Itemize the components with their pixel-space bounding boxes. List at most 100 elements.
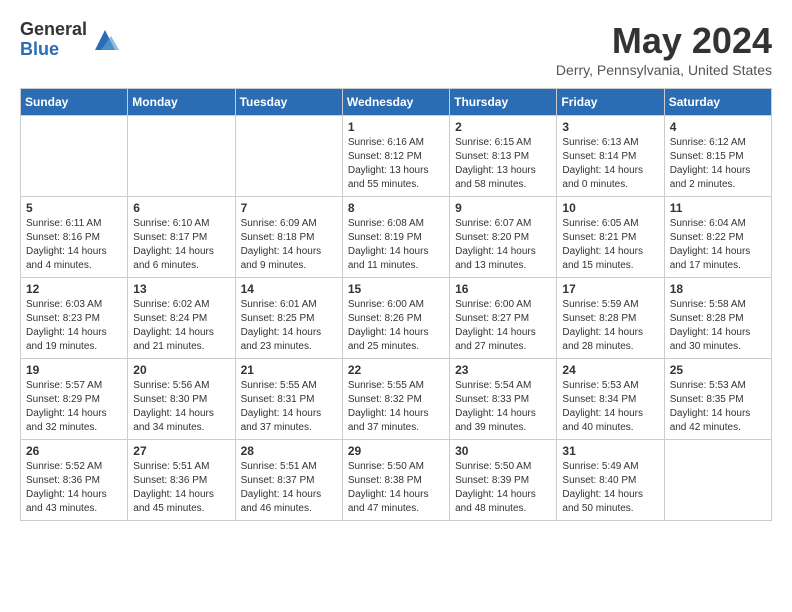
day-number: 6 <box>133 201 229 215</box>
day-number: 4 <box>670 120 766 134</box>
calendar-day-cell: 12Sunrise: 6:03 AMSunset: 8:23 PMDayligh… <box>21 278 128 359</box>
calendar-table: SundayMondayTuesdayWednesdayThursdayFrid… <box>20 88 772 521</box>
day-info: Sunrise: 6:00 AMSunset: 8:27 PMDaylight:… <box>455 298 551 354</box>
calendar-day-cell: 29 Sunrise: 5:50 AMSunset: 8:38 PMDayligh… <box>342 440 449 521</box>
day-number: 3 <box>562 120 658 134</box>
day-info: Sunrise: 5:55 AMSunset: 8:31 PMDaylight:… <box>241 379 337 435</box>
day-number: 21 <box>241 363 337 377</box>
calendar-day-cell: 6 Sunrise: 6:10 AMSunset: 8:17 PMDaylight… <box>128 197 235 278</box>
month-title: May 2024 <box>556 20 772 62</box>
calendar-day-cell: 17 Sunrise: 5:59 AMSunset: 8:28 PMDayligh… <box>557 278 664 359</box>
day-info: Sunrise: 5:54 AMSunset: 8:33 PMDaylight:… <box>455 379 551 435</box>
page-header: General Blue May 2024 Derry, Pennsylvani… <box>20 20 772 78</box>
calendar-day-cell: 5 Sunrise: 6:11 AMSunset: 8:16 PMDaylight… <box>21 197 128 278</box>
day-number: 24 <box>562 363 658 377</box>
day-info: Sunrise: 6:12 AMSunset: 8:15 PMDaylight:… <box>670 136 766 192</box>
calendar-header-row: SundayMondayTuesdayWednesdayThursdayFrid… <box>21 89 772 116</box>
calendar-day-cell: 22 Sunrise: 5:55 AMSunset: 8:32 PMDayligh… <box>342 359 449 440</box>
day-info: Sunrise: 6:08 AMSunset: 8:19 PMDaylight:… <box>348 217 444 273</box>
day-number: 2 <box>455 120 551 134</box>
logo: General Blue <box>20 20 119 60</box>
day-number: 22 <box>348 363 444 377</box>
calendar-day-cell <box>128 116 235 197</box>
day-number: 10 <box>562 201 658 215</box>
day-number: 15 <box>348 282 444 296</box>
day-number: 19 <box>26 363 122 377</box>
day-number: 14 <box>241 282 337 296</box>
day-info: Sunrise: 5:51 AMSunset: 8:37 PMDaylight:… <box>241 460 337 516</box>
day-info: Sunrise: 5:58 AMSunset: 8:28 PMDaylight:… <box>670 298 766 354</box>
day-number: 30 <box>455 444 551 458</box>
calendar-week-row: 19 Sunrise: 5:57 AMSunset: 8:29 PMDayligh… <box>21 359 772 440</box>
logo-text: General Blue <box>20 20 87 60</box>
day-of-week-header: Friday <box>557 89 664 116</box>
day-of-week-header: Wednesday <box>342 89 449 116</box>
day-number: 5 <box>26 201 122 215</box>
calendar-day-cell: 27 Sunrise: 5:51 AMSunset: 8:36 PMDayligh… <box>128 440 235 521</box>
calendar-day-cell: 15Sunrise: 6:00 AMSunset: 8:26 PMDayligh… <box>342 278 449 359</box>
day-info: Sunrise: 6:11 AMSunset: 8:16 PMDaylight:… <box>26 217 122 273</box>
calendar-day-cell: 8Sunrise: 6:08 AMSunset: 8:19 PMDaylight… <box>342 197 449 278</box>
calendar-day-cell: 2 Sunrise: 6:15 AMSunset: 8:13 PMDaylight… <box>450 116 557 197</box>
calendar-week-row: 26Sunrise: 5:52 AMSunset: 8:36 PMDayligh… <box>21 440 772 521</box>
day-info: Sunrise: 6:09 AMSunset: 8:18 PMDaylight:… <box>241 217 337 273</box>
day-info: Sunrise: 6:15 AMSunset: 8:13 PMDaylight:… <box>455 136 551 192</box>
calendar-day-cell: 4 Sunrise: 6:12 AMSunset: 8:15 PMDaylight… <box>664 116 771 197</box>
day-info: Sunrise: 6:10 AMSunset: 8:17 PMDaylight:… <box>133 217 229 273</box>
day-info: Sunrise: 5:56 AMSunset: 8:30 PMDaylight:… <box>133 379 229 435</box>
day-info: Sunrise: 6:03 AMSunset: 8:23 PMDaylight:… <box>26 298 122 354</box>
day-info: Sunrise: 5:50 AMSunset: 8:39 PMDaylight:… <box>455 460 551 516</box>
day-number: 27 <box>133 444 229 458</box>
calendar-day-cell: 10Sunrise: 6:05 AMSunset: 8:21 PMDayligh… <box>557 197 664 278</box>
calendar-day-cell <box>235 116 342 197</box>
calendar-day-cell: 3Sunrise: 6:13 AMSunset: 8:14 PMDaylight… <box>557 116 664 197</box>
calendar-day-cell: 26Sunrise: 5:52 AMSunset: 8:36 PMDayligh… <box>21 440 128 521</box>
day-of-week-header: Monday <box>128 89 235 116</box>
calendar-day-cell: 25 Sunrise: 5:53 AMSunset: 8:35 PMDayligh… <box>664 359 771 440</box>
day-info: Sunrise: 6:07 AMSunset: 8:20 PMDaylight:… <box>455 217 551 273</box>
day-number: 23 <box>455 363 551 377</box>
calendar-day-cell: 23 Sunrise: 5:54 AMSunset: 8:33 PMDayligh… <box>450 359 557 440</box>
day-number: 31 <box>562 444 658 458</box>
logo-icon <box>91 26 119 54</box>
logo-general-text: General <box>20 20 87 40</box>
calendar-week-row: 5 Sunrise: 6:11 AMSunset: 8:16 PMDaylight… <box>21 197 772 278</box>
day-number: 7 <box>241 201 337 215</box>
calendar-day-cell: 7 Sunrise: 6:09 AMSunset: 8:18 PMDaylight… <box>235 197 342 278</box>
day-info: Sunrise: 5:55 AMSunset: 8:32 PMDaylight:… <box>348 379 444 435</box>
calendar-day-cell: 31 Sunrise: 5:49 AMSunset: 8:40 PMDayligh… <box>557 440 664 521</box>
day-number: 17 <box>562 282 658 296</box>
day-info: Sunrise: 5:53 AMSunset: 8:34 PMDaylight:… <box>562 379 658 435</box>
day-number: 25 <box>670 363 766 377</box>
day-info: Sunrise: 5:57 AMSunset: 8:29 PMDaylight:… <box>26 379 122 435</box>
day-of-week-header: Tuesday <box>235 89 342 116</box>
location-text: Derry, Pennsylvania, United States <box>556 62 772 78</box>
calendar-day-cell: 16 Sunrise: 6:00 AMSunset: 8:27 PMDayligh… <box>450 278 557 359</box>
calendar-day-cell <box>664 440 771 521</box>
day-info: Sunrise: 5:53 AMSunset: 8:35 PMDaylight:… <box>670 379 766 435</box>
day-number: 9 <box>455 201 551 215</box>
calendar-day-cell: 1Sunrise: 6:16 AMSunset: 8:12 PMDaylight… <box>342 116 449 197</box>
day-info: Sunrise: 6:02 AMSunset: 8:24 PMDaylight:… <box>133 298 229 354</box>
calendar-day-cell: 28 Sunrise: 5:51 AMSunset: 8:37 PMDayligh… <box>235 440 342 521</box>
day-info: Sunrise: 5:59 AMSunset: 8:28 PMDaylight:… <box>562 298 658 354</box>
day-number: 29 <box>348 444 444 458</box>
day-number: 28 <box>241 444 337 458</box>
calendar-day-cell <box>21 116 128 197</box>
calendar-day-cell: 19 Sunrise: 5:57 AMSunset: 8:29 PMDayligh… <box>21 359 128 440</box>
day-number: 16 <box>455 282 551 296</box>
day-info: Sunrise: 5:50 AMSunset: 8:38 PMDaylight:… <box>348 460 444 516</box>
calendar-day-cell: 18Sunrise: 5:58 AMSunset: 8:28 PMDayligh… <box>664 278 771 359</box>
logo-blue-text: Blue <box>20 40 87 60</box>
day-info: Sunrise: 5:49 AMSunset: 8:40 PMDaylight:… <box>562 460 658 516</box>
day-info: Sunrise: 6:16 AMSunset: 8:12 PMDaylight:… <box>348 136 444 192</box>
calendar-day-cell: 24 Sunrise: 5:53 AMSunset: 8:34 PMDayligh… <box>557 359 664 440</box>
day-of-week-header: Saturday <box>664 89 771 116</box>
day-number: 13 <box>133 282 229 296</box>
calendar-day-cell: 30 Sunrise: 5:50 AMSunset: 8:39 PMDayligh… <box>450 440 557 521</box>
calendar-day-cell: 11Sunrise: 6:04 AMSunset: 8:22 PMDayligh… <box>664 197 771 278</box>
day-info: Sunrise: 5:51 AMSunset: 8:36 PMDaylight:… <box>133 460 229 516</box>
calendar-day-cell: 9 Sunrise: 6:07 AMSunset: 8:20 PMDaylight… <box>450 197 557 278</box>
calendar-day-cell: 13 Sunrise: 6:02 AMSunset: 8:24 PMDayligh… <box>128 278 235 359</box>
calendar-week-row: 12Sunrise: 6:03 AMSunset: 8:23 PMDayligh… <box>21 278 772 359</box>
